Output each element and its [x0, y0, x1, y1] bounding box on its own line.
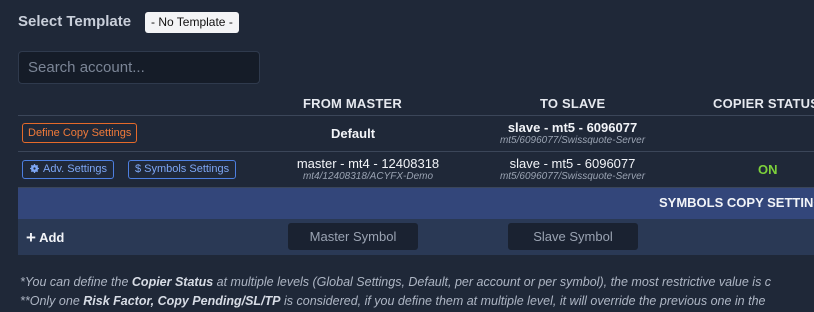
footnote-marker: **	[20, 294, 30, 308]
slave-symbol-input[interactable]	[508, 223, 638, 250]
footnote-emphasis: Copier Status	[131, 275, 214, 289]
footnote-text: is considered, if you define them at mul…	[280, 294, 766, 308]
account-to-slave-path: mt5/6096077/Swissquote-Server	[499, 171, 646, 182]
symbols-settings-button[interactable]: $ Symbols Settings	[128, 160, 237, 179]
column-header-to-slave: TO SLAVE	[540, 96, 606, 111]
adv-settings-button[interactable]: Adv. Settings	[22, 160, 114, 179]
adv-settings-label: Adv. Settings	[43, 163, 107, 175]
account-from-master-name: master - mt4 - 12408318	[296, 156, 440, 171]
plus-icon: +	[26, 228, 36, 247]
footnote-risk-factor: **Only one Risk Factor, Copy Pending/SL/…	[20, 294, 766, 308]
column-header-from-master: FROM MASTER	[303, 96, 402, 111]
footnote-text: You can define the	[24, 275, 132, 289]
template-select[interactable]: - No Template -	[145, 12, 239, 33]
symbols-settings-label: Symbols Settings	[144, 163, 230, 175]
gear-icon	[29, 163, 40, 180]
dollar-icon: $	[135, 163, 142, 175]
symbols-panel-title: SYMBOLS COPY SETTINGS	[659, 195, 814, 210]
account-to-slave-name: slave - mt5 - 6096077	[509, 156, 636, 171]
column-header-copier-status: COPIER STATUS	[713, 96, 814, 111]
search-input[interactable]	[18, 51, 260, 84]
footnote-emphasis: Risk Factor, Copy Pending/SL/TP	[83, 294, 281, 308]
master-symbol-input[interactable]	[288, 223, 418, 250]
define-copy-settings-button[interactable]: Define Copy Settings	[22, 123, 138, 143]
copier-status-badge[interactable]: ON	[758, 162, 778, 177]
footnote-text: Only one	[29, 294, 84, 308]
footnote-copier-status: *You can define the Copier Status at mul…	[20, 275, 771, 289]
footnote-text: at multiple levels (Global Settings, Def…	[213, 275, 772, 289]
default-to-slave-path: mt5/6096077/Swissquote-Server	[499, 135, 646, 146]
default-from-master: Default	[330, 126, 376, 141]
page-title: Select Template	[18, 13, 132, 30]
table-divider	[18, 151, 814, 152]
default-to-slave-name: slave - mt5 - 6096077	[507, 120, 638, 135]
account-from-master-path: mt4/12408318/ACYFX-Demo	[302, 171, 434, 182]
add-symbol-button[interactable]: + Add	[26, 228, 64, 248]
table-divider	[18, 115, 814, 116]
add-label: Add	[39, 230, 65, 245]
